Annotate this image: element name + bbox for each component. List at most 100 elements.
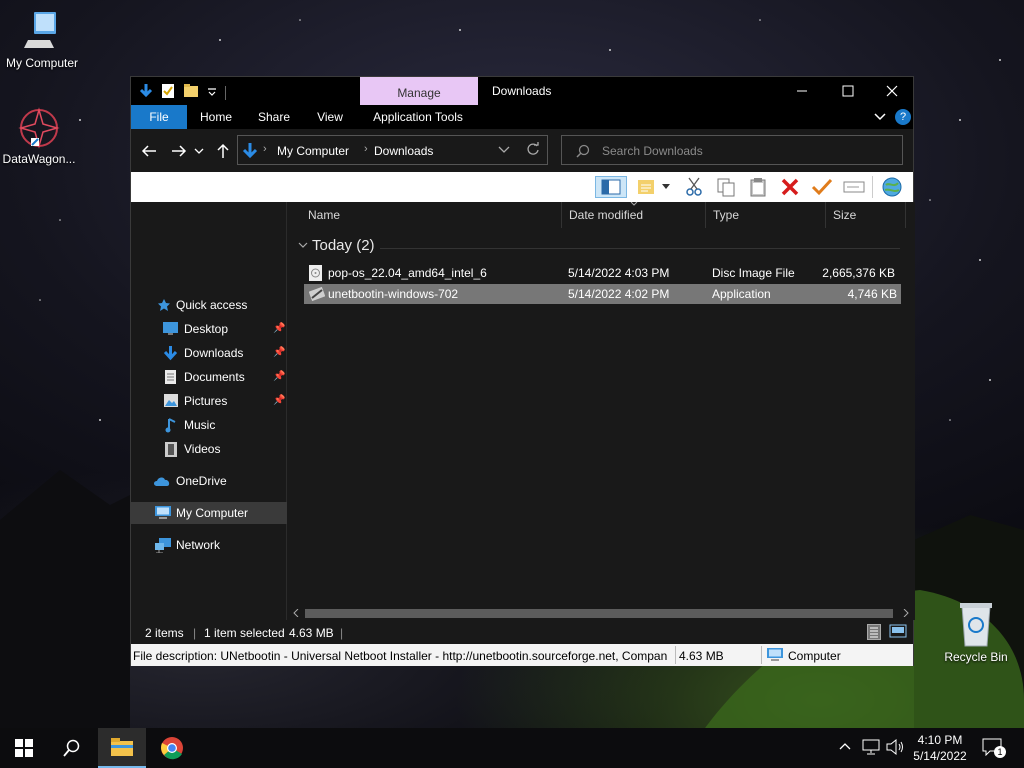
arrow-left-icon [141, 145, 156, 157]
minimize-button[interactable] [779, 77, 825, 105]
address-field[interactable]: › My Computer › Downloads [237, 135, 548, 165]
preview-pane-button[interactable] [595, 176, 627, 198]
network-status-button[interactable] [862, 739, 880, 758]
cut-button[interactable] [683, 176, 705, 198]
pictures-icon [164, 394, 178, 407]
table-row[interactable]: unetbootin-windows-702 5/14/2022 4:02 PM… [304, 284, 901, 304]
new-folder-icon[interactable] [183, 83, 199, 102]
search-button[interactable] [48, 728, 96, 768]
collapse-group-icon[interactable] [298, 242, 308, 250]
nav-videos[interactable]: Videos [131, 438, 287, 460]
action-center-button[interactable]: 1 [982, 738, 1008, 760]
select-button[interactable] [811, 176, 833, 198]
table-row[interactable]: pop-os_22.04_amd64_intel_6 5/14/2022 4:0… [304, 263, 901, 283]
qat-separator [225, 85, 226, 100]
rename-button[interactable] [843, 176, 865, 198]
nav-documents[interactable]: Documents 📌 [131, 366, 287, 388]
customize-qat-icon[interactable] [207, 85, 217, 100]
desktop-icon-datawagon[interactable]: DataWagon... [0, 106, 81, 166]
column-date-modified[interactable]: Date modified [569, 208, 643, 222]
desktop-icon-my-computer[interactable]: My Computer [0, 10, 84, 70]
globe-icon [882, 177, 902, 197]
show-hidden-icons-button[interactable] [838, 740, 852, 757]
file-list[interactable]: Name Date modified Type Size Today (2) p… [288, 202, 915, 620]
taskbar-chrome[interactable] [148, 728, 196, 768]
tab-manage[interactable]: Manage [360, 77, 478, 105]
nav-quick-access[interactable]: Quick access [131, 294, 287, 316]
properties-icon[interactable] [161, 83, 175, 102]
breadcrumb-downloads[interactable]: Downloads [374, 144, 433, 158]
location-label: Computer [788, 649, 841, 663]
address-dropdown-button[interactable] [498, 144, 510, 158]
tab-file[interactable]: File [131, 105, 187, 129]
scroll-right-icon[interactable] [903, 609, 909, 617]
music-note-icon [165, 418, 176, 433]
nav-pictures[interactable]: Pictures 📌 [131, 390, 287, 412]
tab-home[interactable]: Home [191, 105, 241, 129]
nav-music[interactable]: Music [131, 414, 287, 436]
nav-label: Network [176, 538, 221, 552]
group-header[interactable]: Today (2) [312, 237, 375, 254]
status-separator: | [340, 626, 344, 640]
new-folder-button[interactable] [635, 176, 657, 198]
up-button[interactable] [213, 141, 233, 161]
nav-desktop[interactable]: Desktop 📌 [131, 318, 287, 340]
tab-application-tools[interactable]: Application Tools [363, 105, 473, 129]
refresh-button[interactable] [526, 142, 540, 159]
title-bar[interactable]: Manage Downloads [131, 77, 913, 105]
taskbar-file-explorer[interactable] [98, 728, 146, 768]
view-dropdown-button[interactable] [661, 176, 671, 198]
download-arrow-icon[interactable] [139, 83, 153, 102]
copy-button[interactable] [715, 176, 737, 198]
explorer-window[interactable]: Manage Downloads File Home Share View Ap… [130, 76, 915, 666]
volume-button[interactable] [886, 738, 904, 758]
column-divider[interactable] [825, 202, 826, 228]
browser-button[interactable] [881, 176, 903, 198]
column-divider[interactable] [905, 202, 906, 228]
large-icons-view-button[interactable] [889, 624, 907, 640]
horizontal-scrollbar[interactable] [288, 606, 915, 620]
recent-locations-button[interactable] [193, 141, 205, 161]
nav-label: Videos [184, 442, 221, 456]
clock[interactable]: 4:10 PM 5/14/2022 [908, 732, 972, 764]
nav-network[interactable]: Network [131, 534, 287, 556]
nav-onedrive[interactable]: OneDrive [131, 470, 287, 492]
file-size-readout: 4.63 MB [679, 649, 724, 663]
column-divider[interactable] [561, 202, 562, 228]
windows-logo-icon [15, 739, 33, 757]
clock-date: 5/14/2022 [913, 749, 967, 763]
scroll-left-icon[interactable] [293, 609, 299, 617]
details-view-button[interactable] [867, 624, 881, 640]
maximize-button[interactable] [825, 77, 871, 105]
desktop-icon-recycle-bin[interactable]: Recycle Bin [934, 600, 1018, 664]
file-date: 5/14/2022 4:02 PM [568, 287, 670, 301]
column-name[interactable]: Name [308, 208, 340, 222]
back-button[interactable] [139, 141, 159, 161]
tab-view[interactable]: View [305, 105, 355, 129]
forward-button[interactable] [169, 141, 189, 161]
rename-field-icon [843, 181, 865, 193]
scrollbar-thumb[interactable] [305, 609, 893, 618]
computer-icon [155, 506, 171, 519]
recycle-bin-icon [960, 603, 992, 647]
expand-ribbon-button[interactable] [873, 110, 887, 127]
column-type[interactable]: Type [713, 208, 739, 222]
nav-downloads[interactable]: Downloads 📌 [131, 342, 287, 364]
nav-label: Documents [184, 370, 245, 384]
chrome-icon [161, 737, 183, 760]
breadcrumb-my-computer[interactable]: My Computer [277, 144, 349, 158]
help-button[interactable]: ? [895, 109, 911, 125]
column-divider[interactable] [705, 202, 706, 228]
nav-my-computer[interactable]: My Computer [131, 502, 287, 524]
search-field[interactable]: Search Downloads [561, 135, 903, 165]
tab-share[interactable]: Share [249, 105, 299, 129]
close-button[interactable] [869, 77, 915, 105]
network-tray-icon [862, 739, 880, 755]
start-button[interactable] [0, 728, 48, 768]
delete-button[interactable] [779, 176, 801, 198]
column-size[interactable]: Size [833, 208, 856, 222]
notification-badge: 1 [994, 746, 1006, 758]
large-icons-view-icon [889, 624, 907, 638]
desc-separator [761, 646, 762, 664]
paste-button[interactable] [747, 176, 769, 198]
